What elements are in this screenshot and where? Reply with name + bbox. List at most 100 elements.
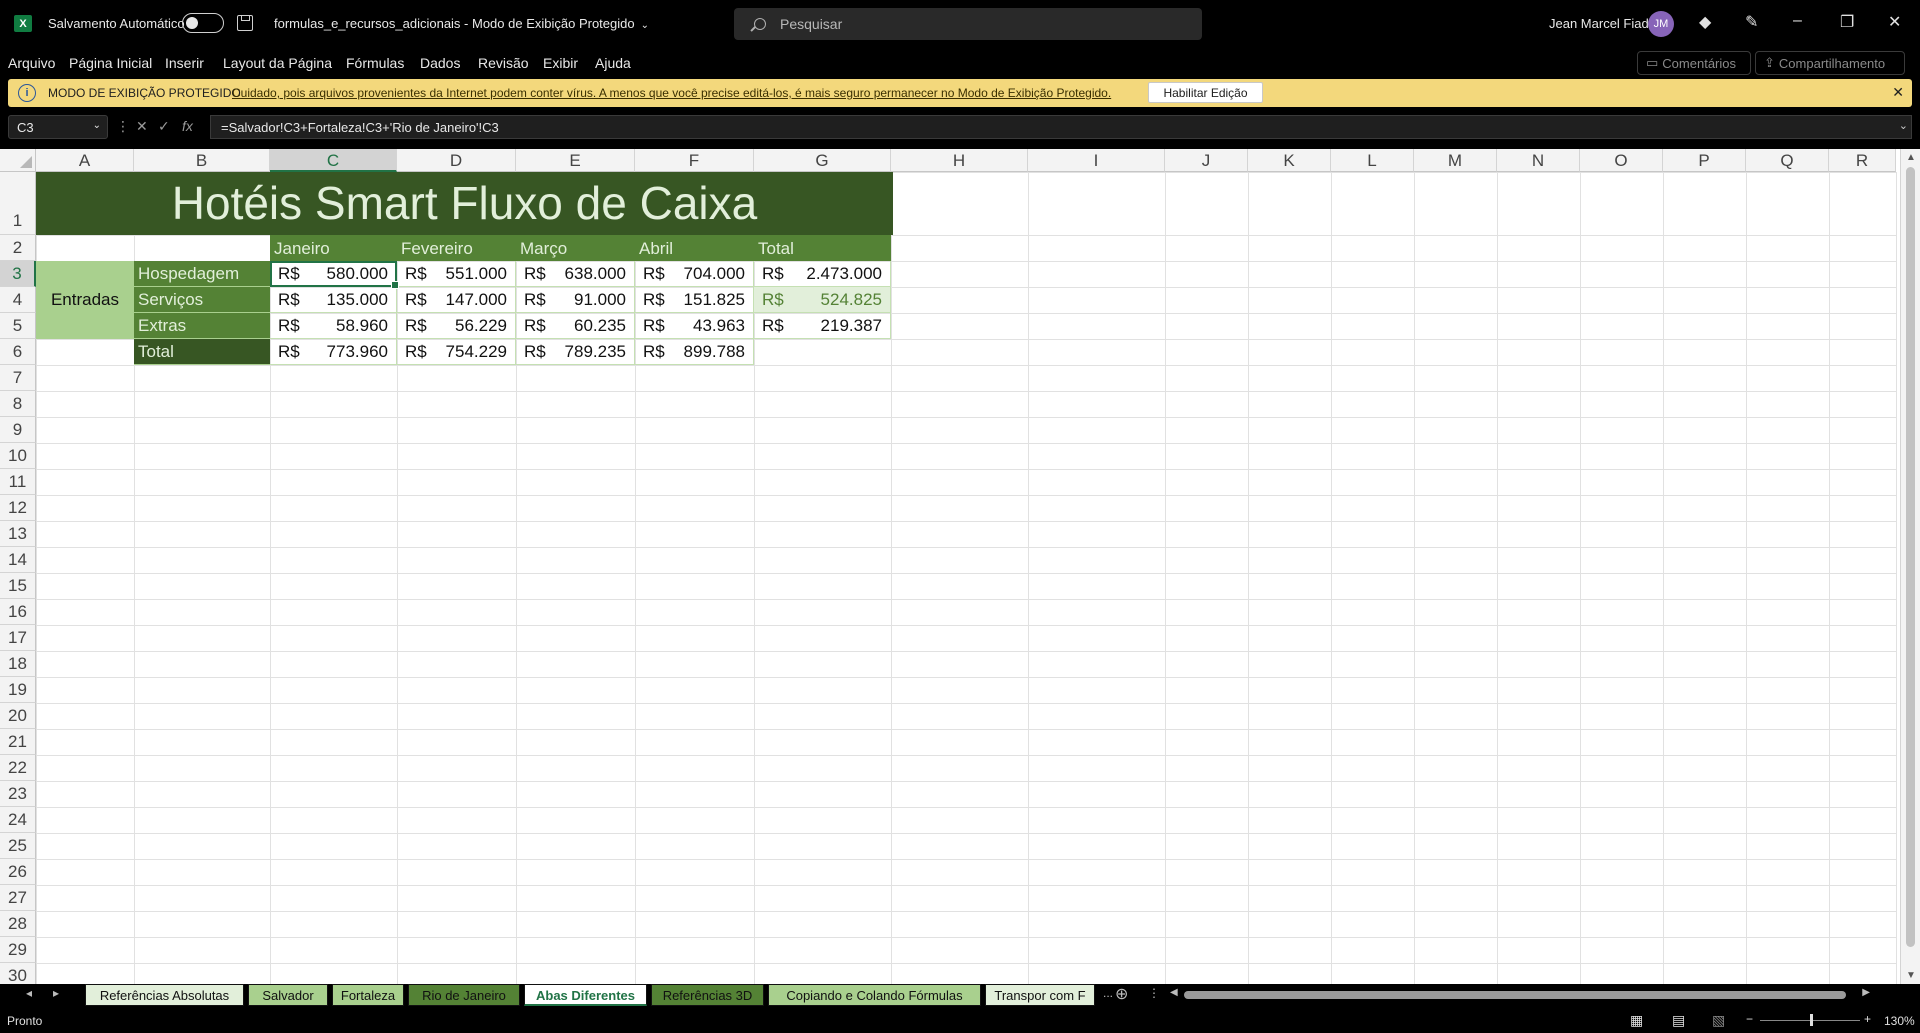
pen-icon[interactable]: ✎	[1745, 12, 1758, 32]
vertical-scrollbar[interactable]: ▲ ▼	[1900, 149, 1920, 984]
month-header[interactable]: Total	[754, 235, 891, 261]
column-header-a[interactable]: A	[36, 149, 134, 172]
row-header-9[interactable]: 9	[0, 417, 36, 443]
money-cell[interactable]: R$ 704.000	[635, 261, 754, 287]
money-cell[interactable]: R$ 147.000	[397, 287, 516, 313]
column-header-l[interactable]: L	[1331, 149, 1414, 172]
column-header-d[interactable]: D	[397, 149, 516, 172]
sheet-tab[interactable]: Referências Absolutas	[85, 984, 244, 1006]
protected-view-message[interactable]: Cuidado, pois arquivos provenientes da I…	[232, 86, 1111, 100]
money-cell[interactable]: R$ 135.000	[270, 287, 397, 313]
minimize-icon[interactable]: –	[1793, 12, 1802, 30]
zoom-level[interactable]: 130%	[1884, 1014, 1915, 1028]
menu-pagina-inicial[interactable]: Página Inicial	[69, 55, 152, 71]
total-cell[interactable]: R$ 789.235	[516, 339, 635, 365]
column-header-j[interactable]: J	[1165, 149, 1248, 172]
sheet-tab[interactable]: Referências 3D	[651, 984, 764, 1006]
spreadsheet-grid[interactable]: A B C D E F G H I J K L M N O P Q R 1 2 3 4 5 6 7 8 9 10 11 12 13 14 15 1…	[0, 149, 1920, 984]
sheet-tab[interactable]: Copiando e Colando Fórmulas	[768, 984, 981, 1006]
sheet-title[interactable]: Hotéis Smart Fluxo de Caixa	[36, 172, 893, 235]
row-header-24[interactable]: 24	[0, 807, 36, 833]
more-icon[interactable]: ⋮	[1148, 986, 1160, 1000]
horizontal-scrollbar[interactable]: ◀ ▶	[1170, 987, 1870, 1001]
column-header-p[interactable]: P	[1663, 149, 1746, 172]
search-box[interactable]: Pesquisar	[734, 8, 1202, 40]
column-header-m[interactable]: M	[1414, 149, 1497, 172]
row-label-total[interactable]: Total	[134, 339, 270, 365]
month-header[interactable]: Abril	[635, 235, 754, 261]
row-header-8[interactable]: 8	[0, 391, 36, 417]
money-cell[interactable]: R$ 551.000	[397, 261, 516, 287]
money-cell[interactable]: R$ 2.473.000	[754, 261, 891, 287]
menu-revisao[interactable]: Revisão	[478, 55, 529, 71]
sheet-tab[interactable]: Salvador	[248, 984, 328, 1006]
comments-button[interactable]: ▭ Comentários	[1637, 51, 1751, 75]
add-sheet-icon[interactable]: ⊕	[1115, 984, 1128, 1004]
column-header-f[interactable]: F	[635, 149, 754, 172]
row-header-7[interactable]: 7	[0, 365, 36, 391]
menu-exibir[interactable]: Exibir	[543, 55, 578, 71]
row-header-29[interactable]: 29	[0, 937, 36, 963]
money-cell[interactable]: R$ 58.960	[270, 313, 397, 339]
zoom-out-icon[interactable]: −	[1746, 1012, 1753, 1026]
column-header-e[interactable]: E	[516, 149, 635, 172]
column-header-i[interactable]: I	[1028, 149, 1165, 172]
sheet-tab[interactable]: Transpor com F	[985, 984, 1095, 1006]
column-header-b[interactable]: B	[134, 149, 270, 172]
row-header-17[interactable]: 17	[0, 625, 36, 651]
row-header-15[interactable]: 15	[0, 573, 36, 599]
row-header-20[interactable]: 20	[0, 703, 36, 729]
month-header[interactable]: Março	[516, 235, 635, 261]
month-header[interactable]: Janeiro	[270, 235, 397, 261]
zoom-in-icon[interactable]: +	[1864, 1012, 1871, 1026]
total-cell[interactable]: R$ 754.229	[397, 339, 516, 365]
share-button[interactable]: ⇪ Compartilhamento	[1755, 51, 1905, 75]
month-header[interactable]: Fevereiro	[397, 235, 516, 261]
row-header-16[interactable]: 16	[0, 599, 36, 625]
money-cell[interactable]: R$ 524.825	[754, 287, 891, 313]
row-header-30[interactable]: 30	[0, 963, 36, 984]
document-title[interactable]: formulas_e_recursos_adicionais - Modo de…	[274, 16, 649, 31]
page-break-icon[interactable]: ▧	[1712, 1012, 1725, 1029]
row-label[interactable]: Hospedagem	[134, 261, 270, 287]
column-header-g[interactable]: G	[754, 149, 891, 172]
menu-formulas[interactable]: Fórmulas	[346, 55, 404, 71]
row-header-14[interactable]: 14	[0, 547, 36, 573]
check-icon[interactable]: ✓	[158, 118, 170, 135]
column-header-o[interactable]: O	[1580, 149, 1663, 172]
close-icon[interactable]: ✕	[1892, 84, 1904, 101]
row-header-18[interactable]: 18	[0, 651, 36, 677]
money-cell[interactable]: R$ 219.387	[754, 313, 891, 339]
row-header-11[interactable]: 11	[0, 469, 36, 495]
row-header-6[interactable]: 6	[0, 339, 36, 365]
row-header-1[interactable]: 1	[0, 172, 36, 235]
function-icon[interactable]: fx	[182, 118, 193, 134]
menu-dados[interactable]: Dados	[420, 55, 460, 71]
group-label-entradas[interactable]: Entradas	[36, 261, 134, 339]
row-header-25[interactable]: 25	[0, 833, 36, 859]
page-layout-icon[interactable]: ▤	[1672, 1012, 1685, 1029]
money-cell[interactable]: R$ 60.235	[516, 313, 635, 339]
menu-layout[interactable]: Layout da Página	[223, 55, 332, 71]
row-header-2[interactable]: 2	[0, 235, 36, 261]
column-header-n[interactable]: N	[1497, 149, 1580, 172]
scroll-right-icon[interactable]: ▶	[1862, 987, 1870, 998]
money-cell[interactable]: R$ 56.229	[397, 313, 516, 339]
sheet-tab[interactable]: Fortaleza	[332, 984, 404, 1006]
normal-view-icon[interactable]: ▦	[1630, 1012, 1643, 1029]
user-name[interactable]: Jean Marcel Fiad	[1549, 16, 1649, 31]
enable-editing-button[interactable]: Habilitar Edição	[1148, 82, 1263, 103]
vertical-scroll-thumb[interactable]	[1906, 167, 1915, 947]
column-header-c[interactable]: C	[270, 149, 397, 172]
restore-icon[interactable]: ❐	[1840, 12, 1854, 32]
money-cell[interactable]: R$ 91.000	[516, 287, 635, 313]
column-header-h[interactable]: H	[891, 149, 1028, 172]
total-cell[interactable]: R$ 899.788	[635, 339, 754, 365]
row-header-3[interactable]: 3	[0, 261, 36, 287]
row-header-21[interactable]: 21	[0, 729, 36, 755]
active-cell-selection[interactable]	[270, 261, 399, 289]
menu-ajuda[interactable]: Ajuda	[595, 55, 631, 71]
row-header-4[interactable]: 4	[0, 287, 36, 313]
close-icon[interactable]: ✕	[1888, 12, 1901, 32]
row-label[interactable]: Extras	[134, 313, 270, 339]
